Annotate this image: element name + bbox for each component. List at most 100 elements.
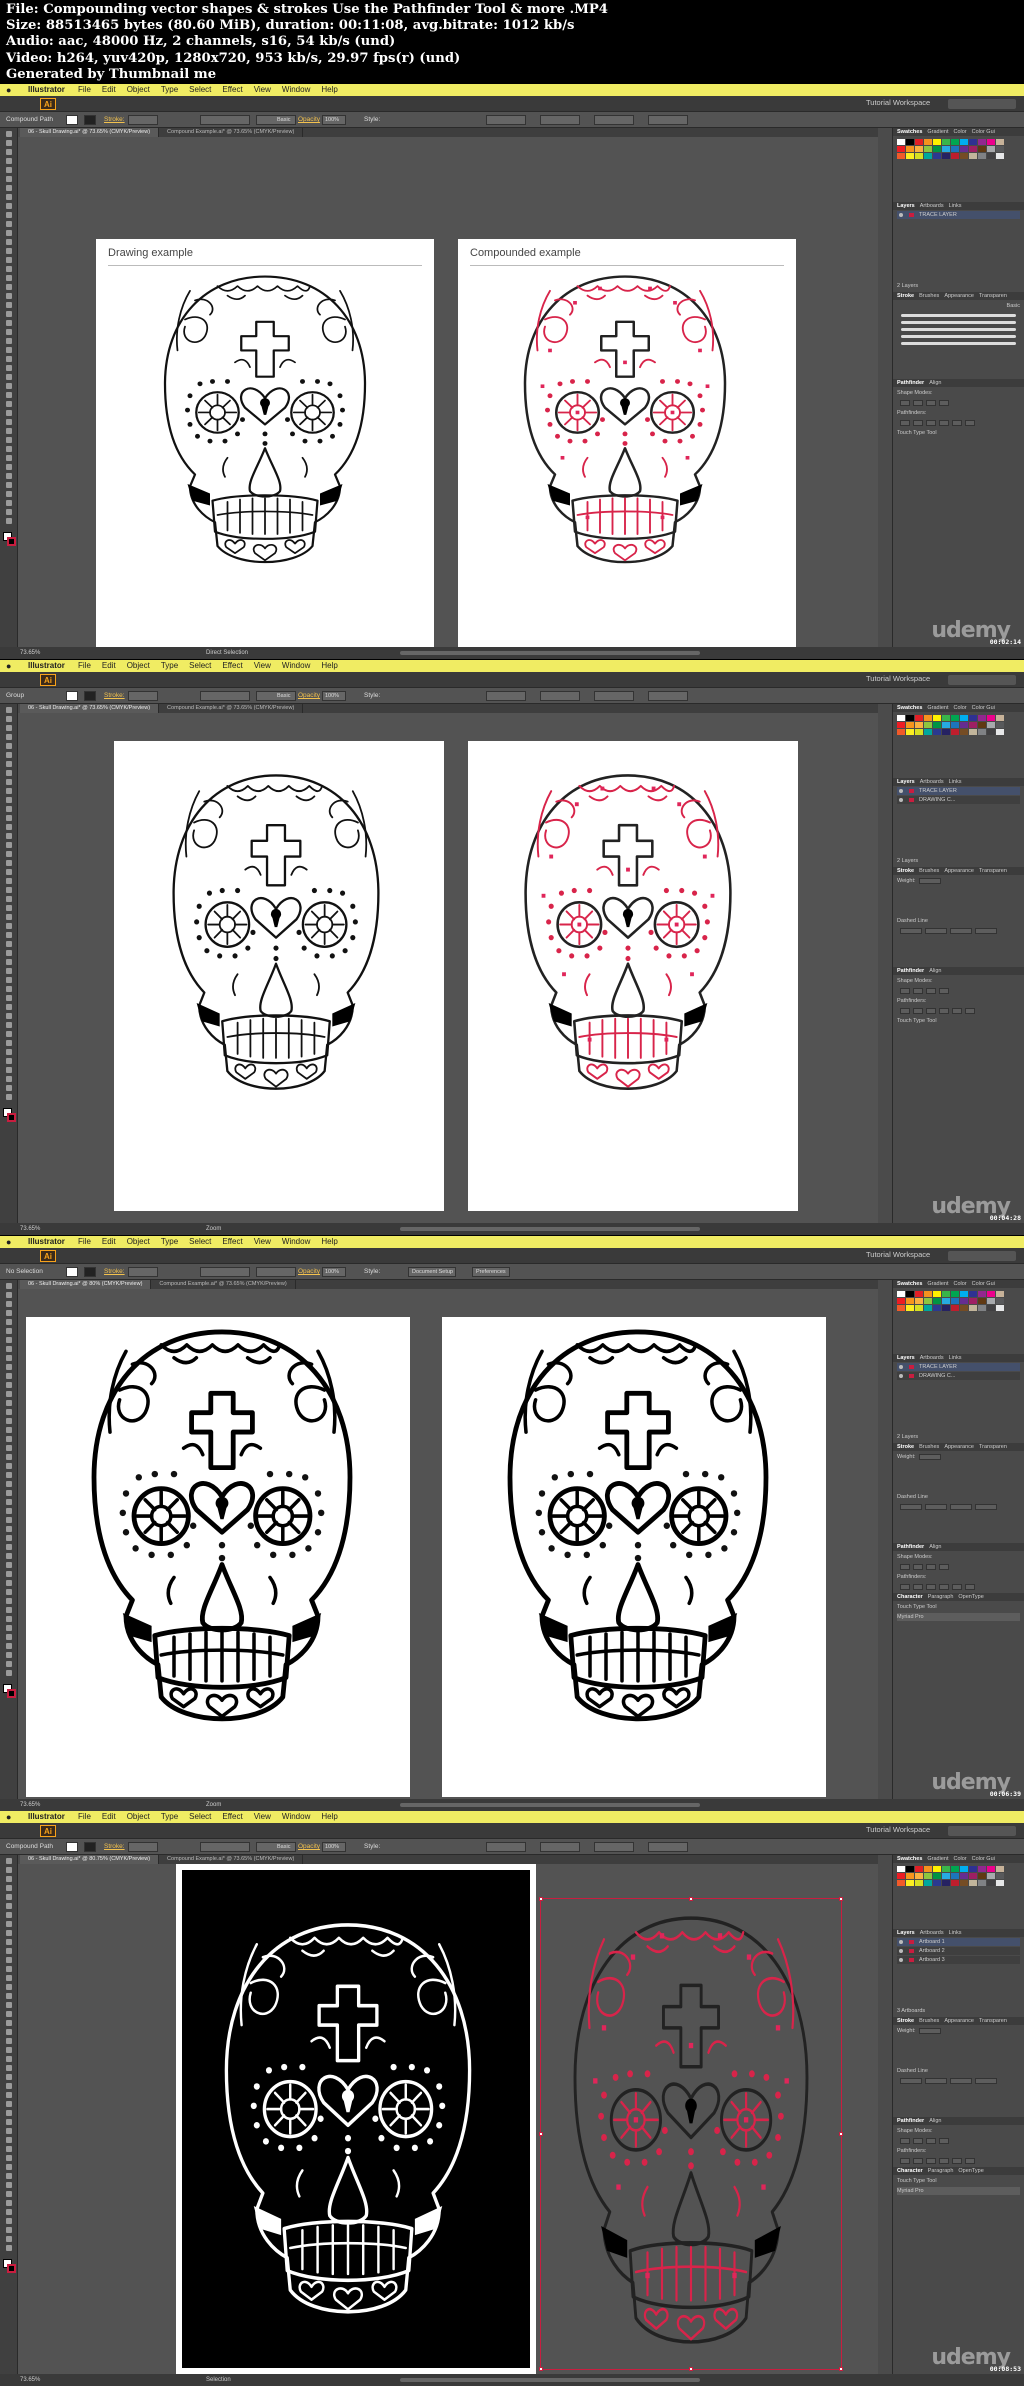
tool-icon[interactable] (6, 1328, 12, 1334)
selection-handle[interactable] (689, 2367, 693, 2371)
tool-icon[interactable] (6, 1948, 12, 1954)
fill-swatch[interactable] (66, 115, 78, 125)
brush-definition[interactable]: Basic (256, 691, 296, 701)
color-swatch[interactable] (933, 1873, 941, 1879)
tool-icon[interactable] (6, 1409, 12, 1415)
pathfinder-button[interactable] (913, 1583, 923, 1590)
panel-tab[interactable]: Layers (897, 1930, 915, 1936)
color-swatch[interactable] (897, 1866, 905, 1872)
tool-icon[interactable] (6, 1418, 12, 1424)
visibility-eye-icon[interactable] (899, 1374, 903, 1378)
color-swatch[interactable] (978, 1305, 986, 1311)
tool-icon[interactable] (6, 257, 12, 263)
color-swatch[interactable] (942, 715, 950, 721)
tool-icon[interactable] (6, 2083, 12, 2089)
stroke-color-icon[interactable] (7, 537, 16, 546)
opacity-field[interactable]: 100% (322, 1842, 346, 1852)
sugar-skull-illustration[interactable] (500, 267, 750, 577)
dash-gap-field[interactable] (925, 2077, 947, 2084)
tool-icon[interactable] (6, 473, 12, 479)
pathfinder-button[interactable] (952, 1583, 962, 1590)
fill-swatch[interactable] (66, 1842, 78, 1852)
tool-icon[interactable] (6, 1634, 12, 1640)
tool-icon[interactable] (6, 1004, 12, 1010)
color-swatch[interactable] (906, 722, 914, 728)
panel-tab[interactable]: Layers (897, 1355, 915, 1361)
color-swatch[interactable] (978, 1880, 986, 1886)
menu-edit[interactable]: Edit (102, 85, 116, 94)
color-swatch[interactable] (915, 722, 923, 728)
color-swatch[interactable] (969, 715, 977, 721)
color-swatch[interactable] (960, 1305, 968, 1311)
stroke-weight-field[interactable] (128, 691, 158, 701)
color-swatch[interactable] (924, 722, 932, 728)
pathfinder-button[interactable] (926, 1583, 936, 1590)
color-swatch[interactable] (942, 722, 950, 728)
fill-swatch[interactable] (66, 1267, 78, 1277)
pathfinder-button[interactable] (926, 2157, 936, 2164)
tool-icon[interactable] (6, 1436, 12, 1442)
visibility-eye-icon[interactable] (899, 213, 903, 217)
menu-help[interactable]: Help (321, 661, 337, 670)
color-swatch[interactable] (906, 715, 914, 721)
panel-tab[interactable]: Layers (897, 779, 915, 785)
app-name-menu[interactable]: Illustrator (28, 1811, 65, 1823)
tool-icon[interactable] (6, 1292, 12, 1298)
color-swatch[interactable] (933, 1298, 941, 1304)
color-swatch[interactable] (933, 715, 941, 721)
app-name-menu[interactable]: Illustrator (28, 84, 65, 96)
tool-icon[interactable] (6, 995, 12, 1001)
color-swatch[interactable] (951, 729, 959, 735)
tool-icon[interactable] (6, 446, 12, 452)
menu-view[interactable]: View (254, 1812, 271, 1821)
tool-icon[interactable] (6, 1957, 12, 1963)
color-swatch[interactable] (969, 139, 977, 145)
tool-icon[interactable] (6, 1499, 12, 1505)
color-swatch[interactable] (978, 722, 986, 728)
menu-file[interactable]: File (78, 661, 91, 670)
tool-icon[interactable] (6, 2065, 12, 2071)
color-swatch[interactable] (987, 1866, 995, 1872)
selection-handle[interactable] (689, 1897, 693, 1901)
color-swatch[interactable] (933, 153, 941, 159)
color-swatch[interactable] (978, 139, 986, 145)
tool-icon[interactable] (6, 365, 12, 371)
panel-tab[interactable]: Paragraph (928, 1594, 954, 1600)
tool-icon[interactable] (6, 1067, 12, 1073)
panel-tab[interactable]: Stroke (897, 293, 914, 299)
opacity-label[interactable]: Opacity (298, 1843, 320, 1850)
tool-icon[interactable] (6, 914, 12, 920)
color-swatch[interactable] (915, 1880, 923, 1886)
menu-effect[interactable]: Effect (222, 1812, 242, 1821)
panel-tab[interactable]: Stroke (897, 868, 914, 874)
color-swatch[interactable] (951, 1880, 959, 1886)
stroke-swatch[interactable] (84, 115, 96, 125)
stroke-color-icon[interactable] (7, 1689, 16, 1698)
menu-effect[interactable]: Effect (222, 1237, 242, 1246)
tool-icon[interactable] (6, 2029, 12, 2035)
tool-icon[interactable] (6, 1013, 12, 1019)
horizontal-scrollbar[interactable] (400, 2378, 700, 2382)
transform-x-field[interactable] (486, 691, 526, 701)
tool-icon[interactable] (6, 221, 12, 227)
tool-icon[interactable] (6, 1598, 12, 1604)
panel-tab[interactable]: Align (929, 380, 941, 386)
tool-icon[interactable] (6, 2056, 12, 2062)
tool-icon[interactable] (6, 347, 12, 353)
panel-tab[interactable]: Brushes (919, 868, 939, 874)
visibility-eye-icon[interactable] (899, 1949, 903, 1953)
tool-icon[interactable] (6, 1508, 12, 1514)
sugar-skull-illustration[interactable] (62, 1319, 382, 1739)
color-swatch[interactable] (897, 139, 905, 145)
color-swatch[interactable] (978, 1298, 986, 1304)
color-swatch[interactable] (951, 1305, 959, 1311)
tool-icon[interactable] (6, 140, 12, 146)
color-swatch[interactable] (942, 1873, 950, 1879)
color-swatch[interactable] (897, 1873, 905, 1879)
help-search-input[interactable] (948, 1826, 1016, 1836)
color-swatch[interactable] (942, 1291, 950, 1297)
dash-gap-field[interactable] (900, 1503, 922, 1510)
tool-icon[interactable] (6, 1049, 12, 1055)
color-swatch[interactable] (924, 1866, 932, 1872)
pathfinder-button[interactable] (926, 419, 936, 426)
